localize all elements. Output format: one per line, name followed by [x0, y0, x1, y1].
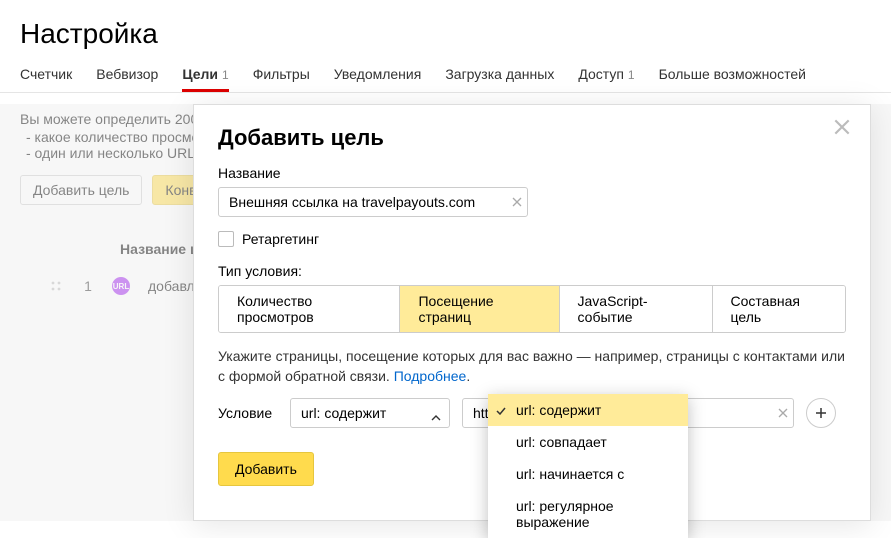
close-icon[interactable]	[834, 119, 852, 137]
seg-js-event[interactable]: JavaScript-событие	[560, 286, 713, 332]
tab-more[interactable]: Больше возможностей	[659, 66, 806, 92]
tab-label: Доступ	[578, 66, 624, 82]
tab-data-upload[interactable]: Загрузка данных	[445, 66, 554, 92]
hint-text: Укажите страницы, посещение которых для …	[218, 347, 846, 386]
tab-label: Загрузка данных	[445, 66, 554, 82]
dropdown-option-equals[interactable]: url: совпадает	[488, 426, 688, 458]
tab-label: Больше возможностей	[659, 66, 806, 82]
retargeting-label: Ретаргетинг	[242, 231, 319, 247]
clear-icon[interactable]	[778, 405, 788, 421]
page-title: Настройка	[0, 0, 891, 56]
tab-webvisor[interactable]: Вебвизор	[96, 66, 158, 92]
seg-views[interactable]: Количество просмотров	[219, 286, 400, 332]
retargeting-row[interactable]: Ретаргетинг	[218, 231, 846, 247]
tab-label: Уведомления	[334, 66, 422, 82]
select-value: url: содержит	[301, 405, 386, 421]
tab-notifications[interactable]: Уведомления	[334, 66, 422, 92]
tab-label: Фильтры	[253, 66, 310, 82]
tab-badge: 1	[222, 68, 229, 82]
condition-label: Условие	[218, 405, 278, 421]
tab-label: Счетчик	[20, 66, 72, 82]
tab-counter[interactable]: Счетчик	[20, 66, 72, 92]
retargeting-checkbox[interactable]	[218, 231, 234, 247]
condition-select-dropdown: url: содержит url: совпадает url: начина…	[488, 394, 688, 538]
dropdown-label: url: совпадает	[516, 434, 607, 450]
name-input-wrap	[218, 187, 528, 217]
condition-select[interactable]: url: содержит	[290, 398, 450, 428]
hint-link[interactable]: Подробнее	[394, 368, 467, 384]
tabs-bar: Счетчик Вебвизор Цели 1 Фильтры Уведомлен…	[0, 56, 891, 93]
check-icon	[496, 402, 506, 418]
dropdown-label: url: регулярное выражение	[516, 498, 614, 530]
chevron-up-icon	[431, 408, 441, 418]
seg-composite[interactable]: Составная цель	[713, 286, 845, 332]
submit-button[interactable]: Добавить	[218, 452, 314, 486]
cond-type-label: Тип условия:	[218, 263, 846, 279]
tab-label: Вебвизор	[96, 66, 158, 82]
tab-label: Цели	[182, 66, 218, 82]
cond-type-segmented: Количество просмотров Посещение страниц …	[218, 285, 846, 333]
tab-filters[interactable]: Фильтры	[253, 66, 310, 92]
hint-body: Укажите страницы, посещение которых для …	[218, 348, 845, 384]
clear-icon[interactable]	[512, 194, 522, 210]
name-input[interactable]	[218, 187, 528, 217]
modal-title: Добавить цель	[218, 125, 846, 151]
dropdown-label: url: содержит	[516, 402, 601, 418]
dropdown-label: url: начинается с	[516, 466, 624, 482]
tab-goals[interactable]: Цели 1	[182, 66, 228, 92]
dropdown-option-regex[interactable]: url: регулярное выражение	[488, 490, 688, 538]
tab-badge: 1	[628, 68, 635, 82]
dropdown-option-startswith[interactable]: url: начинается с	[488, 458, 688, 490]
seg-pages[interactable]: Посещение страниц	[400, 286, 559, 332]
add-condition-button[interactable]	[806, 398, 836, 428]
name-label: Название	[218, 165, 846, 181]
tab-access[interactable]: Доступ 1	[578, 66, 634, 92]
dropdown-option-contains[interactable]: url: содержит	[488, 394, 688, 426]
